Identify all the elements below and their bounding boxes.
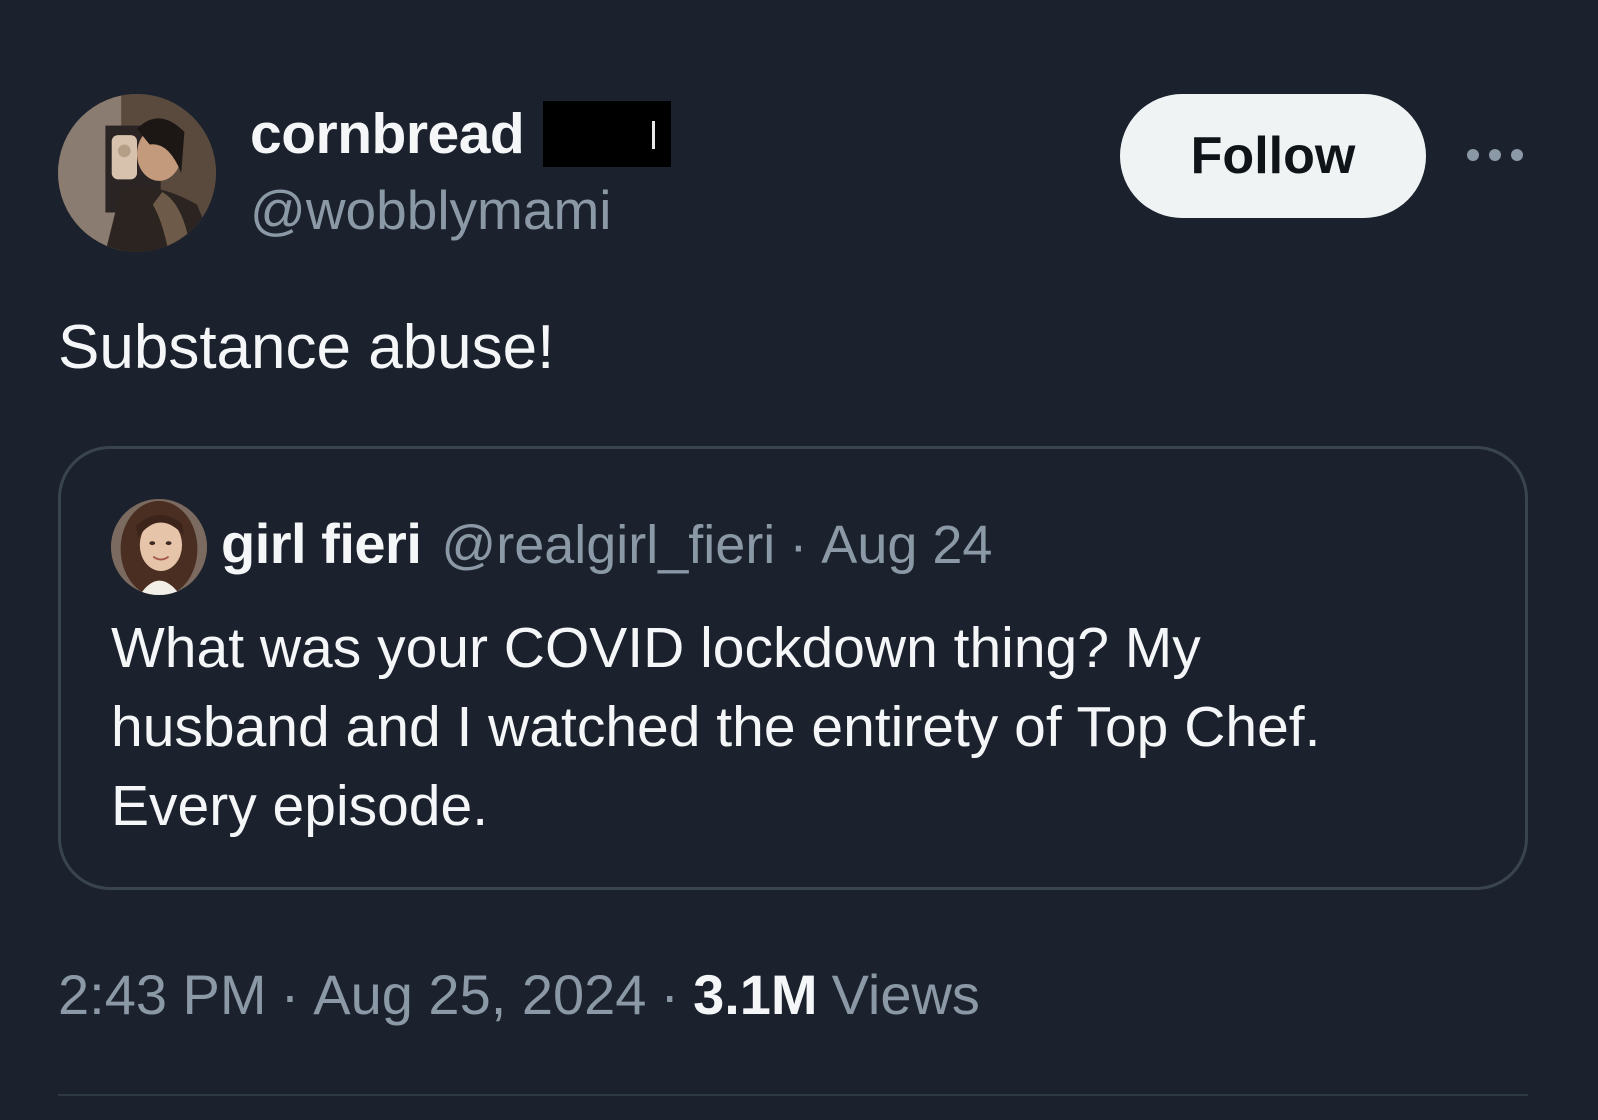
meta-separator: · (280, 963, 300, 1026)
quoted-tweet-text: What was your COVID lockdown thing? My h… (111, 609, 1491, 846)
tweet-date[interactable]: Aug 25, 2024 (313, 962, 646, 1027)
author-display-name[interactable]: cornbread E (250, 101, 578, 167)
tweet-time[interactable]: 2:43 PM (58, 962, 267, 1027)
quoted-author-handle[interactable]: @realgirl_fieri (441, 514, 775, 576)
author-handle[interactable]: @wobblymami (250, 178, 611, 242)
meta-separator: · (660, 963, 680, 1026)
quoted-tweet-card[interactable]: girl fieri @realgirl_fieri · Aug 24 What… (58, 446, 1528, 890)
redaction-bar (543, 101, 672, 167)
quoted-tweet-date[interactable]: Aug 24 (821, 514, 992, 576)
more-horizontal-icon (1467, 149, 1523, 161)
views-label[interactable]: Views (832, 962, 980, 1027)
follow-button[interactable]: Follow (1120, 94, 1426, 218)
quoted-author-avatar[interactable] (111, 499, 207, 595)
more-options-button[interactable] (1460, 132, 1530, 178)
quoted-tweet-text-line: husband and I watched the entirety of To… (111, 695, 1321, 759)
author-name-row: cornbread E (250, 100, 672, 168)
tweet-text: Substance abuse! (58, 313, 555, 382)
tweet-meta: 2:43 PM · Aug 25, 2024 · 3.1M Views (58, 962, 980, 1027)
quoted-tweet-text-line: Every episode. (111, 774, 489, 838)
author-avatar-image (58, 94, 216, 252)
quoted-avatar-image (111, 499, 207, 595)
quoted-tweet-header: girl fieri @realgirl_fieri · Aug 24 (221, 511, 992, 576)
divider (58, 1094, 1528, 1096)
quoted-tweet-text-line: What was your COVID lockdown thing? My (111, 616, 1201, 680)
views-count[interactable]: 3.1M (693, 962, 818, 1027)
tweet: cornbread E @wobblymami Follow Substance… (0, 0, 1598, 1120)
quoted-author-display-name[interactable]: girl fieri (221, 511, 422, 576)
author-avatar[interactable] (58, 94, 216, 252)
quoted-header-separator: · (789, 515, 808, 575)
